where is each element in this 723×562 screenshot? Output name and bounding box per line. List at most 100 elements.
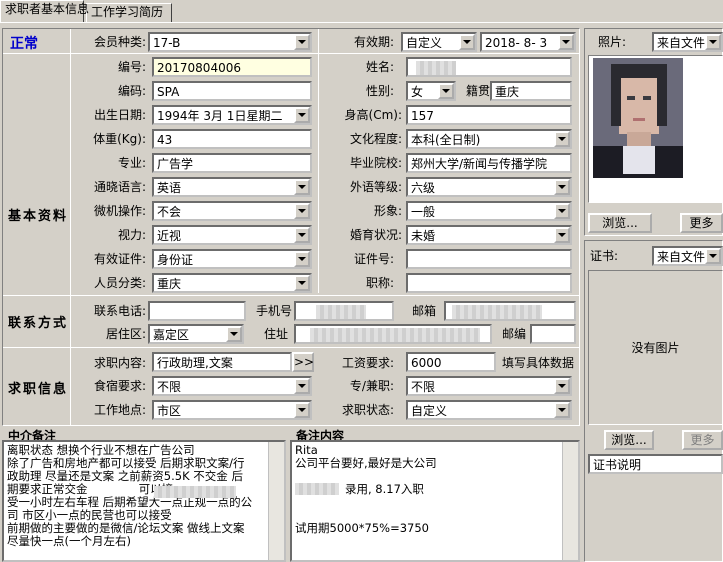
tab-work-history[interactable]: 工作学习简历 bbox=[86, 3, 172, 22]
cert-source-select[interactable]: 来自文件 bbox=[652, 246, 723, 266]
height-field[interactable]: 157 bbox=[406, 105, 572, 125]
chevron-down-icon[interactable] bbox=[294, 251, 310, 267]
id-number-label: 证件号: bbox=[353, 252, 394, 266]
chevron-down-icon[interactable] bbox=[294, 402, 310, 418]
chevron-down-icon[interactable] bbox=[294, 275, 310, 291]
location-select[interactable]: 市区 bbox=[152, 400, 312, 420]
language-label: 通晓语言: bbox=[93, 180, 146, 194]
mobile-field[interactable] bbox=[294, 301, 394, 321]
chevron-down-icon[interactable] bbox=[558, 34, 574, 50]
chevron-down-icon[interactable] bbox=[294, 227, 310, 243]
name-field[interactable] bbox=[406, 57, 572, 77]
phone-field[interactable] bbox=[148, 301, 246, 321]
title-field[interactable] bbox=[406, 273, 572, 293]
remark-line: 公司平台要好,最好是大公司 bbox=[295, 456, 437, 470]
native-field[interactable]: 重庆 bbox=[490, 81, 572, 101]
mobile-label: 手机号 bbox=[255, 304, 292, 318]
chevron-down-icon[interactable] bbox=[554, 203, 570, 219]
eyesight-select[interactable]: 近视 bbox=[152, 225, 312, 245]
chevron-down-icon[interactable] bbox=[705, 248, 721, 264]
category-select[interactable]: 重庆 bbox=[152, 273, 312, 293]
code-label: 编码: bbox=[117, 84, 146, 98]
marital-select[interactable]: 未婚 bbox=[406, 225, 572, 245]
postcode-label: 邮编 bbox=[501, 327, 526, 341]
job-status-select[interactable]: 自定义 bbox=[406, 400, 572, 420]
height-label: 身高(Cm): bbox=[344, 108, 402, 122]
code-field[interactable]: SPA bbox=[152, 81, 312, 101]
chevron-down-icon[interactable] bbox=[294, 203, 310, 219]
id-type-select[interactable]: 身份证 bbox=[152, 249, 312, 269]
fulltime-select[interactable]: 不限 bbox=[406, 376, 572, 396]
browse-cert-button[interactable]: 浏览... bbox=[604, 430, 654, 450]
chevron-down-icon[interactable] bbox=[438, 83, 454, 99]
chevron-down-icon[interactable] bbox=[294, 179, 310, 195]
education-label: 文化程度: bbox=[349, 132, 402, 146]
chevron-down-icon[interactable] bbox=[554, 227, 570, 243]
chevron-down-icon[interactable] bbox=[554, 378, 570, 394]
address-field[interactable] bbox=[294, 324, 492, 344]
cert-label: 证书: bbox=[589, 249, 618, 263]
remark-line: 录用, 8.17入职 bbox=[345, 482, 424, 496]
redacted-block bbox=[295, 483, 339, 495]
chevron-down-icon[interactable] bbox=[554, 131, 570, 147]
cert-description-field[interactable]: 证书说明 bbox=[588, 454, 723, 474]
number-field[interactable]: 20170804006 bbox=[152, 57, 312, 77]
chevron-down-icon[interactable] bbox=[294, 34, 310, 50]
foreign-level-label: 外语等级: bbox=[349, 180, 402, 194]
chevron-down-icon[interactable] bbox=[294, 107, 310, 123]
more-options-button[interactable]: >> bbox=[292, 352, 314, 372]
school-field[interactable]: 郑州大学/新闻与传播学院 bbox=[406, 153, 572, 173]
category-label: 人员分类: bbox=[93, 276, 146, 290]
chevron-down-icon[interactable] bbox=[226, 326, 242, 342]
job-content-label: 求职内容: bbox=[93, 356, 146, 370]
salary-label: 工资要求: bbox=[341, 356, 394, 370]
more-cert-button[interactable]: 更多 bbox=[682, 430, 723, 450]
major-field[interactable]: 广告学 bbox=[152, 153, 312, 173]
more-photo-button[interactable]: 更多 bbox=[680, 213, 723, 233]
postcode-field[interactable] bbox=[530, 324, 576, 344]
weight-field[interactable]: 43 bbox=[152, 129, 312, 149]
board-label: 食宿要求: bbox=[93, 379, 146, 393]
redacted-block bbox=[452, 305, 542, 319]
validity-type-select[interactable]: 自定义 bbox=[401, 32, 477, 52]
chevron-down-icon[interactable] bbox=[459, 34, 475, 50]
remark-line: 试用期5000*75%=3750 bbox=[295, 521, 429, 535]
computer-select[interactable]: 不会 bbox=[152, 201, 312, 221]
section-job: 求职信息 bbox=[8, 382, 69, 397]
email-field[interactable] bbox=[444, 301, 576, 321]
computer-label: 微机操作: bbox=[93, 204, 146, 218]
member-type-select[interactable]: 17-B bbox=[148, 32, 312, 52]
chevron-down-icon[interactable] bbox=[705, 34, 721, 50]
vertical-scrollbar[interactable] bbox=[562, 442, 578, 560]
chevron-down-icon[interactable] bbox=[554, 179, 570, 195]
tab-basic-info[interactable]: 求职者基本信息 bbox=[0, 0, 89, 22]
education-select[interactable]: 本科(全日制) bbox=[406, 129, 572, 149]
gender-select[interactable]: 女 bbox=[406, 81, 456, 101]
residence-label: 居住区: bbox=[105, 327, 146, 341]
photo-image bbox=[588, 55, 723, 203]
id-number-field[interactable] bbox=[406, 249, 572, 269]
appearance-select[interactable]: 一般 bbox=[406, 201, 572, 221]
redacted-block bbox=[416, 61, 456, 75]
vertical-scrollbar[interactable] bbox=[268, 442, 284, 560]
birth-date-picker[interactable]: 1994年 3月 1日星期二 bbox=[152, 105, 312, 125]
validity-date-picker[interactable]: 2018- 8- 3 bbox=[480, 32, 576, 52]
job-content-field[interactable]: 行政助理,文案 bbox=[152, 352, 292, 372]
remark-textarea[interactable]: Rita 公司平台要好,最好是大公司 录用, 8.17入职 试用期5000*75… bbox=[290, 440, 580, 562]
salary-field[interactable]: 6000 bbox=[406, 352, 496, 372]
browse-photo-button[interactable]: 浏览... bbox=[588, 213, 652, 233]
chevron-down-icon[interactable] bbox=[554, 402, 570, 418]
board-select[interactable]: 不限 bbox=[152, 376, 312, 396]
foreign-level-select[interactable]: 六级 bbox=[406, 177, 572, 197]
photo-source-select[interactable]: 来自文件 bbox=[652, 32, 723, 52]
location-label: 工作地点: bbox=[93, 403, 146, 417]
cert-image-area: 没有图片 bbox=[588, 270, 723, 425]
gender-label: 性别: bbox=[365, 84, 394, 98]
eyesight-label: 视力: bbox=[117, 228, 146, 242]
language-select[interactable]: 英语 bbox=[152, 177, 312, 197]
chevron-down-icon[interactable] bbox=[294, 378, 310, 394]
name-label: 姓名: bbox=[365, 60, 394, 74]
validity-label: 有效期: bbox=[353, 35, 394, 49]
residence-select[interactable]: 嘉定区 bbox=[148, 324, 244, 344]
agent-note-textarea[interactable]: 离职状态 想换个行业不想在广告公司 除了广告和房地产都可以接受 后期求职文案/行… bbox=[2, 440, 286, 562]
